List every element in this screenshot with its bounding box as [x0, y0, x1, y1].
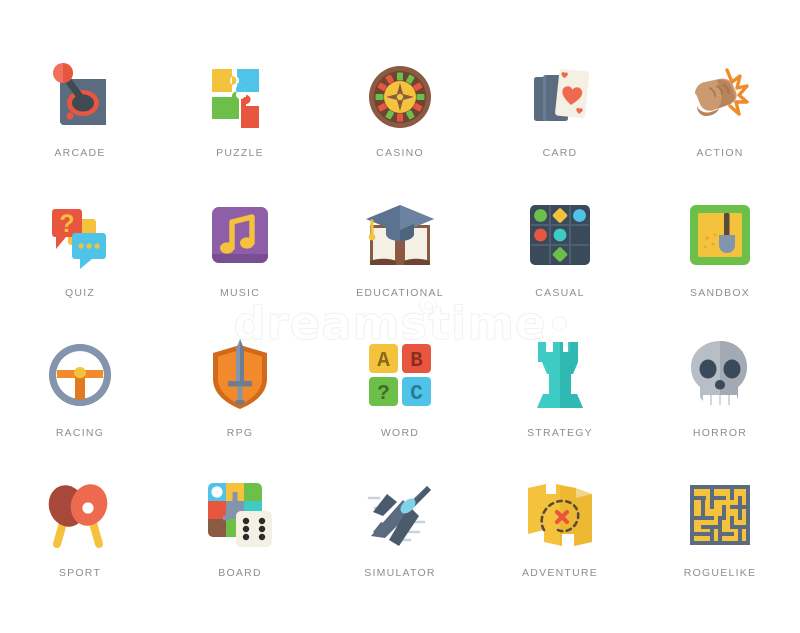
icon-label: WORD: [380, 427, 420, 439]
fighter-jet-icon: [357, 472, 443, 558]
icon-label: RACING: [55, 427, 105, 439]
punching-fist-icon: [677, 52, 763, 138]
icon-label: CARD: [542, 147, 578, 159]
icon-label: RPG: [226, 427, 254, 439]
match-three-grid-icon: [517, 192, 603, 278]
icon-cell-racing[interactable]: RACING: [0, 326, 160, 466]
icon-cell-puzzle[interactable]: PUZZLE: [160, 46, 320, 186]
icon-label: QUIZ: [64, 287, 96, 299]
svg-text:C: C: [410, 383, 423, 406]
puzzle-pieces-icon: [197, 52, 283, 138]
icon-label: SPORT: [58, 567, 102, 579]
icon-label: STRATEGY: [527, 427, 593, 439]
icon-cell-horror[interactable]: HORROR: [640, 326, 800, 466]
skull-icon: [677, 332, 763, 418]
icon-cell-music[interactable]: MUSIC: [160, 186, 320, 326]
playing-cards-icon: [517, 52, 603, 138]
icon-label: EDUCATIONAL: [356, 287, 444, 299]
icon-cell-casino[interactable]: CASINO: [320, 46, 480, 186]
letter-blocks-icon: A B ? C: [357, 332, 443, 418]
icon-cell-strategy[interactable]: STRATEGY: [480, 326, 640, 466]
icon-cell-quiz[interactable]: ? QUIZ: [0, 186, 160, 326]
sandbox-shovel-icon: [677, 192, 763, 278]
maze-icon: [677, 472, 763, 558]
svg-text:B: B: [410, 350, 423, 373]
icon-cell-sport[interactable]: SPORT: [0, 466, 160, 606]
icon-grid: ARCADE PUZZLE CASINO CARD ACTION ? QUIZ …: [0, 0, 800, 633]
icon-cell-sandbox[interactable]: SANDBOX: [640, 186, 800, 326]
svg-text:?: ?: [377, 383, 390, 406]
steering-wheel-icon: [37, 332, 123, 418]
svg-text:A: A: [377, 350, 390, 373]
icon-label: MUSIC: [219, 287, 261, 299]
icon-label: CASUAL: [535, 287, 585, 299]
music-note-icon: [197, 192, 283, 278]
chess-rook-icon: [517, 332, 603, 418]
icon-label: ROGUELIKE: [683, 567, 757, 579]
sword-shield-icon: [197, 332, 283, 418]
icon-cell-board[interactable]: BOARD: [160, 466, 320, 606]
icon-cell-adventure[interactable]: ADVENTURE: [480, 466, 640, 606]
icon-label: SIMULATOR: [364, 567, 436, 579]
icon-label: CASINO: [376, 147, 424, 159]
icon-cell-rpg[interactable]: RPG: [160, 326, 320, 466]
icon-label: BOARD: [218, 567, 262, 579]
icon-cell-educational[interactable]: EDUCATIONAL: [320, 186, 480, 326]
graduation-cap-book-icon: [357, 192, 443, 278]
icon-sheet: dreamstime ARCADE PUZZLE CASINO CARD ACT…: [0, 0, 800, 633]
icon-label: ARCADE: [54, 147, 106, 159]
icon-cell-simulator[interactable]: SIMULATOR: [320, 466, 480, 606]
icon-cell-word[interactable]: A B ? C WORD: [320, 326, 480, 466]
icon-cell-card[interactable]: CARD: [480, 46, 640, 186]
svg-text:?: ?: [59, 210, 74, 238]
icon-cell-action[interactable]: ACTION: [640, 46, 800, 186]
icon-cell-arcade[interactable]: ARCADE: [0, 46, 160, 186]
icon-label: HORROR: [692, 427, 748, 439]
casino-roulette-icon: [357, 52, 443, 138]
quiz-speech-bubbles-icon: ?: [37, 192, 123, 278]
icon-cell-casual[interactable]: CASUAL: [480, 186, 640, 326]
treasure-map-icon: [517, 472, 603, 558]
board-game-dice-icon: [197, 472, 283, 558]
icon-label: SANDBOX: [689, 287, 751, 299]
icon-cell-roguelike[interactable]: ROGUELIKE: [640, 466, 800, 606]
icon-label: ACTION: [696, 147, 744, 159]
icon-label: ADVENTURE: [521, 567, 598, 579]
ping-pong-paddles-icon: [37, 472, 123, 558]
icon-label: PUZZLE: [216, 147, 264, 159]
arcade-joystick-icon: [37, 52, 123, 138]
